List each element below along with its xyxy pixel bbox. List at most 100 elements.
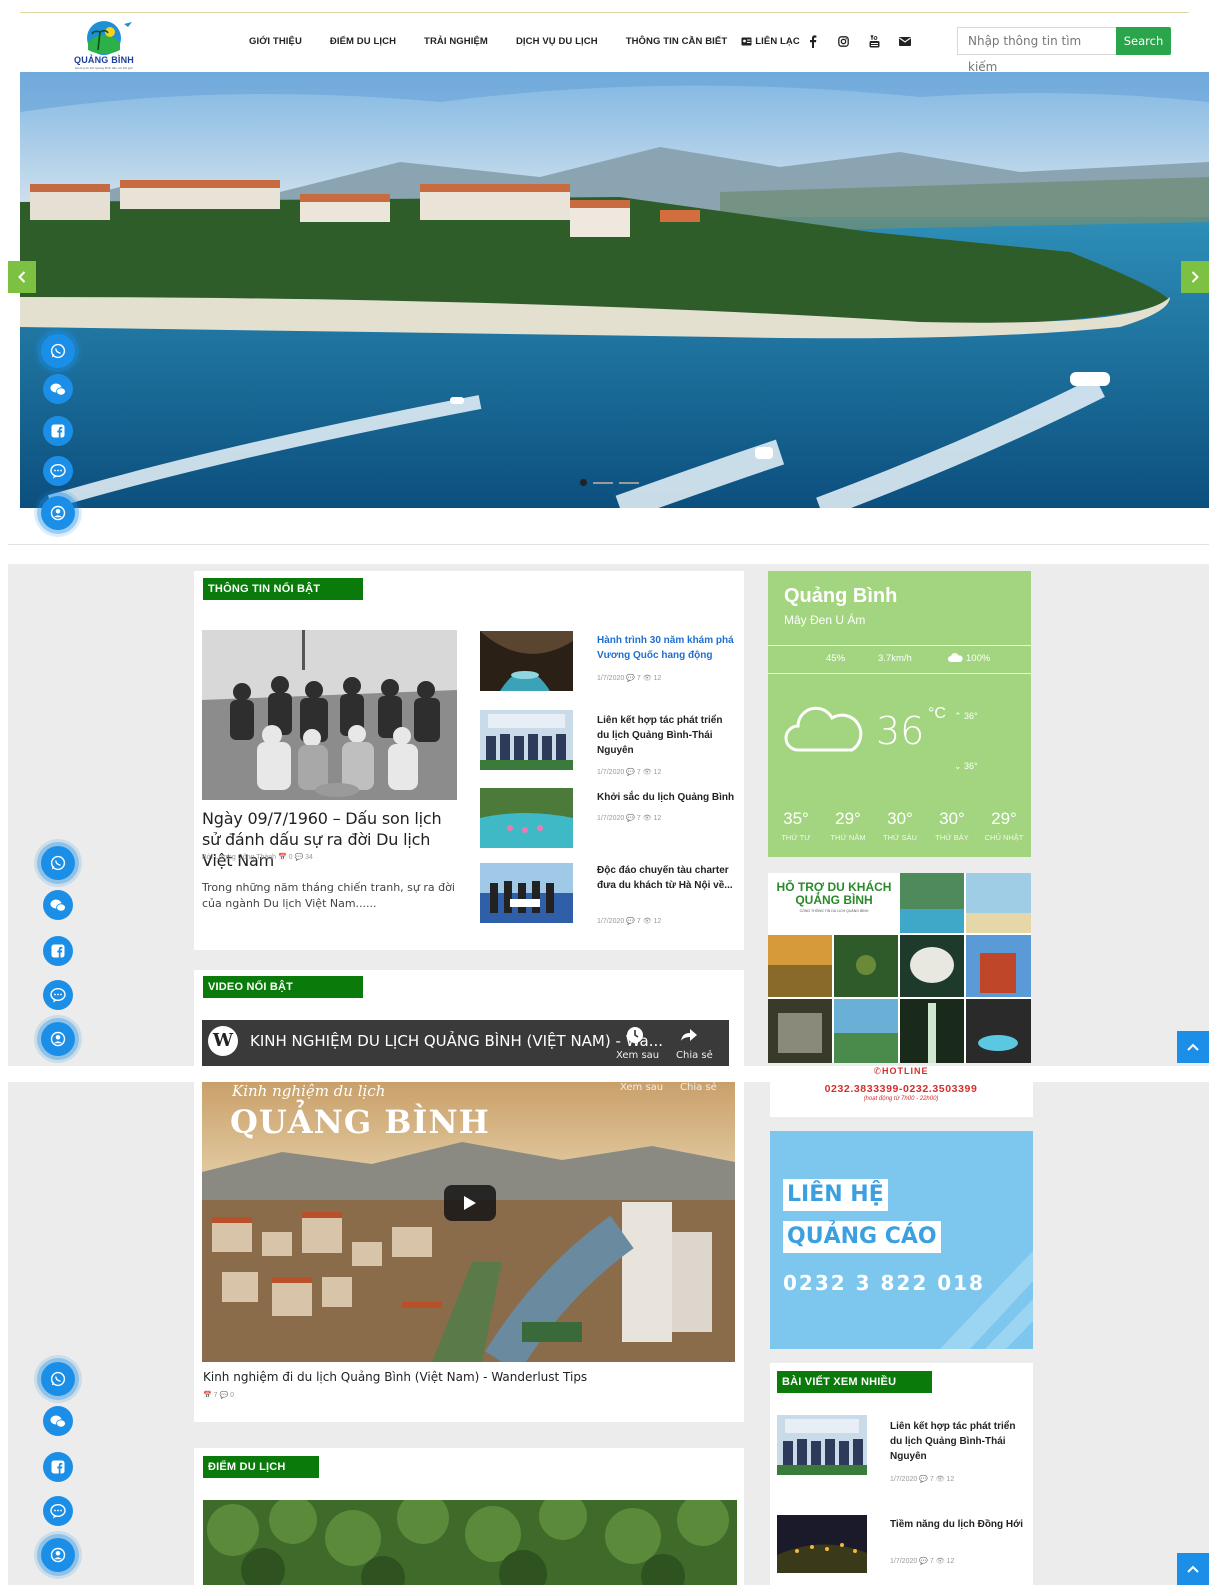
nav-lien-lac-label: LIÊN LẠC	[755, 35, 800, 47]
wechat-button[interactable]	[43, 374, 73, 404]
whatsapp-button[interactable]	[41, 846, 75, 880]
hero-next-button[interactable]	[1181, 261, 1209, 293]
site-header: QUẢNG BÌNH Đường du lịch Quảng Bình đến …	[0, 14, 1209, 74]
float-contact-bar-2	[38, 846, 80, 1061]
facebook-icon[interactable]	[805, 33, 821, 49]
video-bar-title[interactable]: KINH NGHIỆM DU LỊCH QUẢNG BÌNH (VIỆT NAM…	[250, 1032, 663, 1050]
wechat-button[interactable]	[43, 890, 73, 920]
weather-wind: 3.7km/h	[878, 653, 912, 664]
share-icon[interactable]	[680, 1028, 698, 1042]
support-photo-grid	[768, 873, 1031, 1063]
weather-humidity: 45%	[826, 653, 846, 664]
user-support-button[interactable]	[41, 496, 75, 530]
float-contact-bar-1	[38, 334, 80, 539]
hero-dot-2[interactable]	[593, 481, 613, 484]
whatsapp-button[interactable]	[41, 334, 75, 368]
nav-lien-lac[interactable]: LIÊN LẠC	[741, 36, 800, 47]
user-support-button[interactable]	[41, 1022, 75, 1056]
messenger-button[interactable]	[43, 980, 73, 1010]
news-item-3-title[interactable]: Khởi sắc du lịch Quảng Bình	[597, 790, 742, 805]
news-thumb-1[interactable]	[480, 631, 573, 691]
section-divider	[8, 544, 1209, 545]
video-overlay-big: QUẢNG BÌNH	[230, 1103, 490, 1141]
whatsapp-icon	[50, 1371, 66, 1387]
most-viewed-thumb-1[interactable]	[777, 1415, 867, 1475]
most-viewed-thumb-2[interactable]	[777, 1515, 867, 1573]
search-input[interactable]: Nhập thông tin tìm kiếm	[957, 27, 1117, 74]
nav-thong-tin-can-biet[interactable]: THÔNG TIN CẦN BIẾT	[626, 36, 728, 47]
ad-banner[interactable]: LIÊN HỆ QUẢNG CÁO 0232 3 822 018	[770, 1131, 1033, 1349]
nav-trai-nghiem[interactable]: TRẢI NGHIỆM	[424, 36, 488, 47]
instagram-icon[interactable]	[835, 33, 851, 49]
youtube-icon[interactable]	[866, 33, 882, 49]
hero-prev-button[interactable]	[8, 261, 36, 293]
back-to-top-button[interactable]	[1177, 1031, 1209, 1063]
weather-low: ⌄ 36°	[954, 761, 978, 772]
news-item-3-meta: 1/7/2020 💬 7 👁 12	[597, 815, 662, 822]
ad-line-2: QUẢNG CÁO	[783, 1221, 941, 1253]
news-item-4-title[interactable]: Độc đáo chuyến tàu charter đưa du khách …	[597, 863, 742, 893]
user-circle-icon	[50, 1547, 66, 1563]
chevron-up-icon	[1187, 1565, 1199, 1573]
hotline-number[interactable]: 0232.3833399-0232.3503399	[770, 1083, 1032, 1095]
facebook-button[interactable]	[43, 936, 73, 966]
video-caption[interactable]: Kinh nghiệm đi du lịch Quảng Bình (Việt …	[203, 1370, 587, 1384]
news-thumb-3[interactable]	[480, 788, 573, 848]
cloud-small-icon	[948, 653, 963, 662]
wechat-icon	[50, 899, 66, 912]
hero-image	[20, 72, 1209, 508]
news-item-2-title[interactable]: Liên kết hợp tác phát triển du lịch Quản…	[597, 713, 737, 758]
messenger-button[interactable]	[43, 456, 73, 486]
weather-cloud: 100%	[966, 653, 991, 664]
featured-main-excerpt: Trong những năm tháng chiến tranh, sự ra…	[202, 881, 455, 910]
nav-diem-du-lich[interactable]: ĐIỂM DU LỊCH	[330, 36, 396, 47]
hotline-hours: (hoạt động từ 7h00 - 22h00)	[863, 1096, 939, 1102]
news-thumb-4[interactable]	[480, 863, 573, 923]
site-logo[interactable]: QUẢNG BÌNH Đường du lịch Quảng Bình đến …	[54, 20, 154, 74]
watch-later-label: Xem sau	[616, 1050, 660, 1061]
featured-main-image[interactable]	[202, 630, 457, 800]
chat-bubble-icon	[50, 463, 66, 478]
most-viewed-item-1-title[interactable]: Liên kết hợp tác phát triển du lịch Quản…	[890, 1419, 1030, 1464]
logo-emblem-icon	[87, 21, 132, 55]
forecast-temp-1: 35°	[783, 809, 809, 828]
back-to-top-button-2[interactable]	[1177, 1553, 1209, 1585]
clock-icon[interactable]	[626, 1026, 644, 1044]
forecast-temp-3: 30°	[887, 809, 913, 828]
user-support-button[interactable]	[41, 1538, 75, 1572]
cloud-icon	[784, 706, 863, 752]
news-item-1-title[interactable]: Hành trình 30 năm khám phá Vương Quốc ha…	[597, 633, 742, 663]
messenger-button[interactable]	[43, 1496, 73, 1526]
most-viewed-item-2-title[interactable]: Tiềm năng du lịch Đồng Hới	[890, 1517, 1025, 1532]
video-play-button[interactable]	[444, 1185, 496, 1221]
facebook-button[interactable]	[43, 416, 73, 446]
chevron-up-icon	[1187, 1043, 1199, 1051]
featured-main-title[interactable]: Ngày 09/7/1960 – Dấu son lịch sử đánh dấ…	[202, 808, 462, 871]
destinations-image[interactable]	[203, 1500, 737, 1585]
hotline-label-text: HOTLINE	[882, 1066, 929, 1076]
video-embed-top[interactable]: W KINH NGHIỆM DU LỊCH QUẢNG BÌNH (VIỆT N…	[202, 1020, 729, 1066]
support-banner[interactable]: HỖ TRỢ DU KHÁCH QUẢNG BÌNH CỔNG THÔNG TI…	[768, 873, 1031, 1063]
weather-divider	[768, 645, 1031, 646]
facebook-button[interactable]	[43, 1452, 73, 1482]
hero-slider[interactable]	[20, 72, 1209, 508]
news-item-4-meta: 1/7/2020 💬 7 👁 12	[597, 918, 662, 925]
news-item-2-meta: 1/7/2020 💬 7 👁 12	[597, 769, 662, 776]
video-section-title: VIDEO NỔI BẬT	[203, 976, 363, 998]
weather-low-value: 36°	[964, 761, 978, 771]
whatsapp-button[interactable]	[41, 1362, 75, 1396]
main-nav: GIỚI THIỆU ĐIỂM DU LỊCH TRẢI NGHIỆM DỊCH…	[249, 34, 800, 48]
search-button[interactable]: Search	[1116, 27, 1171, 55]
user-circle-icon	[50, 1031, 66, 1047]
chat-bubble-icon	[50, 987, 66, 1002]
wechat-button[interactable]	[43, 1406, 73, 1436]
news-thumb-2[interactable]	[480, 710, 573, 770]
hero-dot-3[interactable]	[619, 481, 639, 484]
mail-icon[interactable]	[897, 33, 913, 49]
nav-dich-vu-du-lich[interactable]: DỊCH VỤ DU LỊCH	[516, 36, 598, 47]
featured-section-title: THÔNG TIN NỔI BẬT	[203, 578, 363, 600]
weather-widget: Quảng Bình Mây Đen U Ám 45% 3.7km/h 100%…	[768, 571, 1031, 857]
nav-gioi-thieu[interactable]: GIỚI THIỆU	[249, 36, 302, 47]
most-viewed-section-title: BÀI VIẾT XEM NHIỀU	[777, 1371, 932, 1393]
hero-dot-1[interactable]	[580, 479, 587, 486]
